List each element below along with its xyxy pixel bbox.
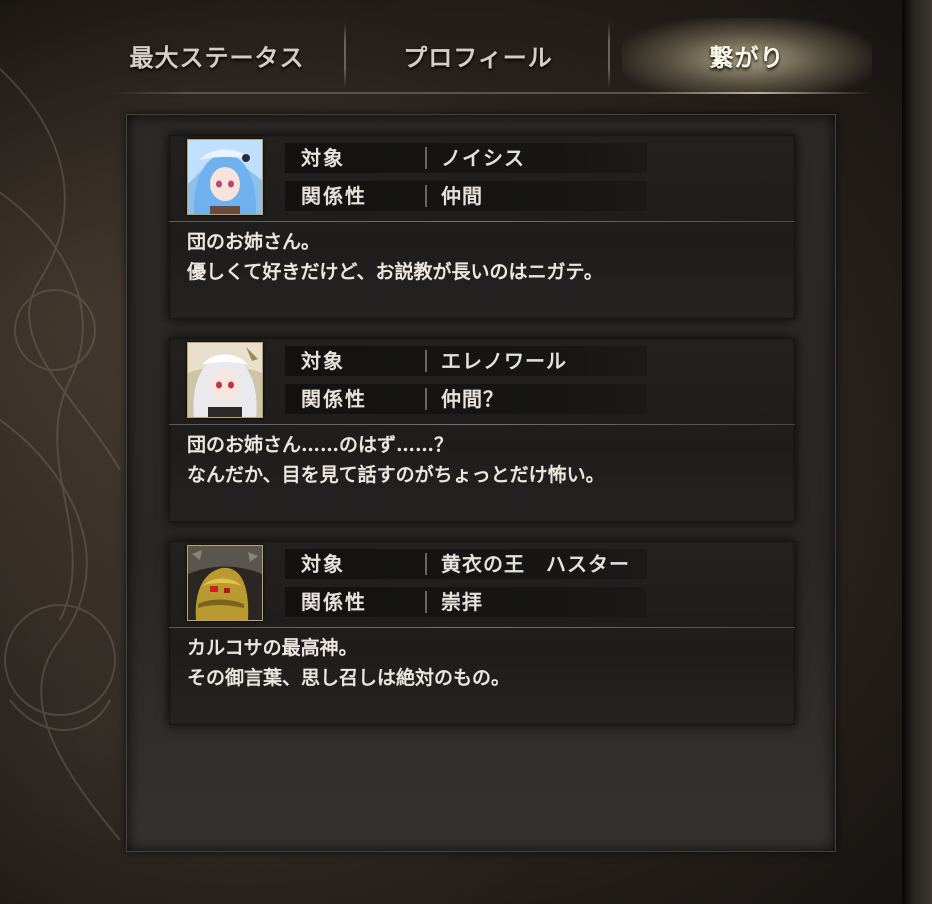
relation-value: 仲間？ xyxy=(441,387,504,411)
target-value: 黄衣の王 ハスター xyxy=(441,552,630,576)
description-line: 団のお姉さん……のはず……？ xyxy=(187,434,454,456)
relation-value: 仲間 xyxy=(441,184,483,208)
target-value: エレノワール xyxy=(441,349,567,373)
relation-label: 関係性 xyxy=(301,184,367,208)
tab-connections[interactable]: 繋がり xyxy=(622,18,872,92)
ornamental-background xyxy=(0,67,121,841)
avatar[interactable] xyxy=(187,139,263,215)
card-separator xyxy=(169,627,795,628)
field-divider xyxy=(425,591,427,613)
relation-label: 関係性 xyxy=(301,590,367,614)
field-divider xyxy=(425,388,427,410)
game-screen: 最大ステータス プロフィール 繋がり 対象 ノイシス 関係性 仲間 団のお姉さん… xyxy=(0,0,932,904)
target-value: ノイシス xyxy=(441,146,525,170)
card-separator xyxy=(169,424,795,425)
tab-underline xyxy=(112,92,872,94)
description: カルコサの最高神。 その御言葉、思し召しは絶対のもの。 xyxy=(187,633,787,693)
description-line: 優しくて好きだけど、お説教が長いのはニガテ。 xyxy=(187,261,603,283)
avatar[interactable] xyxy=(187,545,263,621)
side-panel-edge xyxy=(902,0,932,904)
field-divider xyxy=(425,350,427,372)
connection-card: 対象 ノイシス 関係性 仲間 団のお姉さん。 優しくて好きだけど、お説教が長いの… xyxy=(169,135,795,319)
avatar[interactable] xyxy=(187,342,263,418)
tab-max-status[interactable]: 最大ステータス xyxy=(92,18,342,92)
target-field: 対象 エレノワール xyxy=(285,346,647,376)
description-line: なんだか、目を見て話すのがちょっとだけ怖い。 xyxy=(187,464,605,486)
relation-field: 関係性 崇拝 xyxy=(285,587,647,617)
target-label: 対象 xyxy=(301,146,345,170)
golden-king-in-yellow-portrait-icon xyxy=(188,546,262,620)
relation-field: 関係性 仲間 xyxy=(285,181,647,211)
tab-bar: 最大ステータス プロフィール 繋がり xyxy=(92,18,872,94)
connection-card: 対象 黄衣の王 ハスター 関係性 崇拝 カルコサの最高神。 その御言葉、思し召し… xyxy=(169,541,795,725)
target-label: 対象 xyxy=(301,552,345,576)
tab-divider xyxy=(344,22,346,88)
description: 団のお姉さん。 優しくて好きだけど、お説教が長いのはニガテ。 xyxy=(187,227,787,287)
target-label: 対象 xyxy=(301,349,345,373)
tab-divider xyxy=(608,22,610,88)
field-divider xyxy=(425,147,427,169)
blue-haired-girl-portrait-icon xyxy=(188,140,262,214)
description: 団のお姉さん……のはず……？ なんだか、目を見て話すのがちょっとだけ怖い。 xyxy=(187,430,787,490)
connections-panel: 対象 ノイシス 関係性 仲間 団のお姉さん。 優しくて好きだけど、お説教が長いの… xyxy=(126,114,836,852)
description-line: 団のお姉さん。 xyxy=(187,231,321,253)
relation-value: 崇拝 xyxy=(441,590,483,614)
relation-label: 関係性 xyxy=(301,387,367,411)
field-divider xyxy=(425,185,427,207)
tab-profile[interactable]: プロフィール xyxy=(347,18,609,92)
field-divider xyxy=(425,553,427,575)
relation-field: 関係性 仲間？ xyxy=(285,384,647,414)
white-haired-girl-portrait-icon xyxy=(188,343,262,417)
card-separator xyxy=(169,221,795,222)
target-field: 対象 黄衣の王 ハスター xyxy=(285,549,647,579)
description-line: その御言葉、思し召しは絶対のもの。 xyxy=(187,667,511,689)
target-field: 対象 ノイシス xyxy=(285,143,647,173)
description-line: カルコサの最高神。 xyxy=(187,637,358,659)
connection-card: 対象 エレノワール 関係性 仲間？ 団のお姉さん……のはず……？ なんだか、目を… xyxy=(169,338,795,522)
